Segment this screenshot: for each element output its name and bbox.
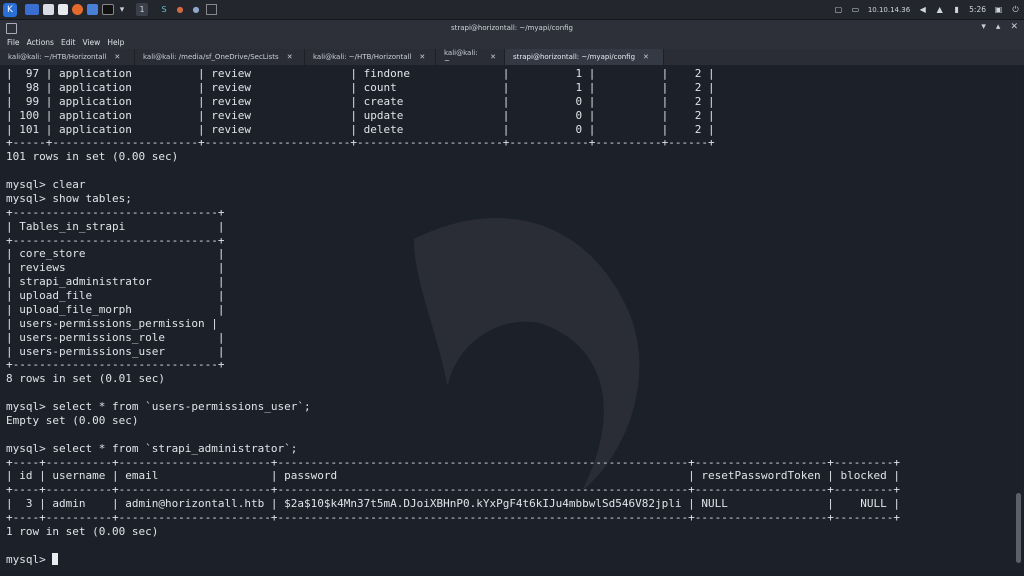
term-line: mysql> clear: [6, 178, 86, 191]
term-line: +----+----------+-----------------------…: [6, 483, 901, 497]
term-line: | users-permissions_permission |: [6, 316, 218, 330]
system-tray: ▢ ▭ 10.10.14.36 ◀ ▲ ▮ 5:26 ▣ ⏻: [834, 0, 1020, 19]
terminal-text: | 97 | application | review | findone | …: [6, 67, 900, 567]
scrollbar-thumb[interactable]: [1016, 493, 1021, 563]
term-line: +-------------------------------+: [6, 205, 225, 219]
ip-address: 10.10.14.36: [867, 5, 911, 14]
chevron-down-icon[interactable]: ▾: [118, 3, 126, 16]
power-icon[interactable]: ⏻: [1011, 5, 1020, 14]
firefox-icon[interactable]: [72, 4, 83, 15]
menu-help[interactable]: Help: [107, 38, 124, 47]
term-line: | id | username | email | password | res…: [6, 469, 901, 483]
tab-label: kali@kali: ~: [444, 49, 478, 65]
term-line: | upload_file_morph |: [6, 302, 225, 316]
tab-home[interactable]: kali@kali: ~ ✕: [436, 49, 505, 65]
tab-strapi-config[interactable]: strapi@horizontall: ~/myapi/config ✕: [505, 49, 664, 65]
term-line: | 3 | admin | admin@horizontall.htb | $2…: [6, 497, 901, 511]
tab-label: strapi@horizontall: ~/myapi/config: [513, 53, 636, 61]
tab-label: kali@kali: ~/HTB/Horizontall: [8, 53, 107, 61]
terminal-task-icon[interactable]: [206, 4, 217, 15]
close-tab-icon[interactable]: ✕: [287, 53, 293, 61]
term-line: | strapi_administrator |: [6, 275, 225, 289]
clock[interactable]: 5:26: [969, 5, 986, 14]
lock-icon[interactable]: ▣: [994, 5, 1003, 14]
vpn-icon[interactable]: ▭: [851, 5, 860, 14]
browser-task-icon[interactable]: ●: [190, 3, 202, 16]
terminal-output[interactable]: | 97 | application | review | findone | …: [0, 65, 1014, 571]
firefox-task-icon[interactable]: ●: [174, 3, 186, 16]
term-line: mysql> show tables;: [6, 191, 132, 205]
term-line: +-----+----------------------+----------…: [6, 136, 715, 150]
top-panel: K ▾ 1 S ● ● ▢ ▭ 10.10.14.36 ◀ ▲ ▮ 5:26 ▣…: [0, 0, 1024, 20]
text-cursor: [52, 552, 59, 565]
close-tab-icon[interactable]: ✕: [490, 53, 496, 61]
term-line: | 98 | application | review | count | 1 …: [6, 80, 715, 94]
term-line: | 97 | application | review | findone | …: [6, 67, 715, 80]
close-icon[interactable]: ✕: [1010, 22, 1018, 32]
term-line: | reviews |: [6, 261, 225, 275]
prompt-line: mysql>: [6, 552, 53, 566]
show-desktop-icon[interactable]: [25, 4, 39, 15]
term-line: | core_store |: [6, 247, 225, 261]
term-line: 8 rows in set (0.01 sec): [6, 372, 165, 386]
term-line: | 100 | application | review | update | …: [6, 108, 715, 122]
maximize-icon[interactable]: ▴: [996, 22, 1001, 32]
close-tab-icon[interactable]: ✕: [114, 53, 120, 61]
menu-view[interactable]: View: [83, 38, 101, 47]
term-line: | Tables_in_strapi |: [6, 219, 225, 233]
terminal-window-icon: [6, 23, 17, 34]
term-line: | users-permissions_user |: [6, 344, 225, 358]
terminal-scrollbar[interactable]: [1015, 65, 1022, 571]
tab-horizontall-1[interactable]: kali@kali: ~/HTB/Horizontall ✕: [0, 49, 135, 65]
kali-menu-icon[interactable]: K: [3, 2, 17, 17]
window-title: strapi@horizontall: ~/myapi/config: [450, 24, 574, 32]
menu-edit[interactable]: Edit: [61, 38, 76, 47]
menu-bar: File Actions Edit View Help: [0, 36, 1024, 49]
term-line: +----+----------+-----------------------…: [6, 455, 901, 469]
battery-icon[interactable]: ▮: [952, 5, 961, 14]
term-line: Empty set (0.00 sec): [6, 413, 139, 427]
term-line: 1 row in set (0.00 sec): [6, 524, 159, 538]
term-line: +-------------------------------+: [6, 358, 225, 372]
term-line: +----+----------+-----------------------…: [6, 511, 901, 524]
volume-icon[interactable]: ◀: [918, 5, 927, 14]
tab-label: kali@kali: /media/sf_OneDrive/SecLists: [143, 53, 279, 61]
term-line: | 101 | application | review | delete | …: [6, 122, 715, 136]
close-tab-icon[interactable]: ✕: [419, 53, 425, 61]
term-line: mysql> select * from `strapi_administrat…: [6, 441, 298, 455]
term-line: | upload_file |: [6, 289, 225, 302]
window-controls: ▾ ▴ ✕: [981, 22, 1018, 32]
text-editor-icon[interactable]: [58, 4, 68, 15]
tab-horizontall-2[interactable]: kali@kali: ~/HTB/Horizontall ✕: [305, 49, 436, 65]
term-line: | 99 | application | review | create | 0…: [6, 94, 715, 108]
close-tab-icon[interactable]: ✕: [643, 53, 649, 61]
workspace-1-button[interactable]: 1: [136, 3, 148, 16]
clipboard-icon[interactable]: ▢: [834, 5, 843, 14]
window-titlebar[interactable]: strapi@horizontall: ~/myapi/config ▾ ▴ ✕: [0, 20, 1024, 36]
term-line: +-------------------------------+: [6, 233, 225, 247]
tab-label: kali@kali: ~/HTB/Horizontall: [313, 53, 412, 61]
menu-file[interactable]: File: [7, 38, 20, 47]
minimize-icon[interactable]: ▾: [981, 22, 986, 32]
file-manager-icon[interactable]: [43, 4, 54, 15]
term-line: 101 rows in set (0.00 sec): [6, 150, 179, 164]
tab-bar: kali@kali: ~/HTB/Horizontall ✕ kali@kali…: [0, 49, 1024, 65]
terminal-launcher-icon[interactable]: [102, 4, 114, 15]
menu-actions[interactable]: Actions: [27, 38, 54, 47]
term-line: mysql> select * from `users-permissions_…: [6, 400, 311, 413]
app-icon-teal[interactable]: S: [158, 3, 170, 16]
tab-seclists[interactable]: kali@kali: /media/sf_OneDrive/SecLists ✕: [135, 49, 305, 65]
notification-bell-icon[interactable]: ▲: [935, 5, 944, 14]
app-launcher-icon[interactable]: [87, 4, 98, 15]
term-line: | users-permissions_role |: [6, 330, 225, 344]
